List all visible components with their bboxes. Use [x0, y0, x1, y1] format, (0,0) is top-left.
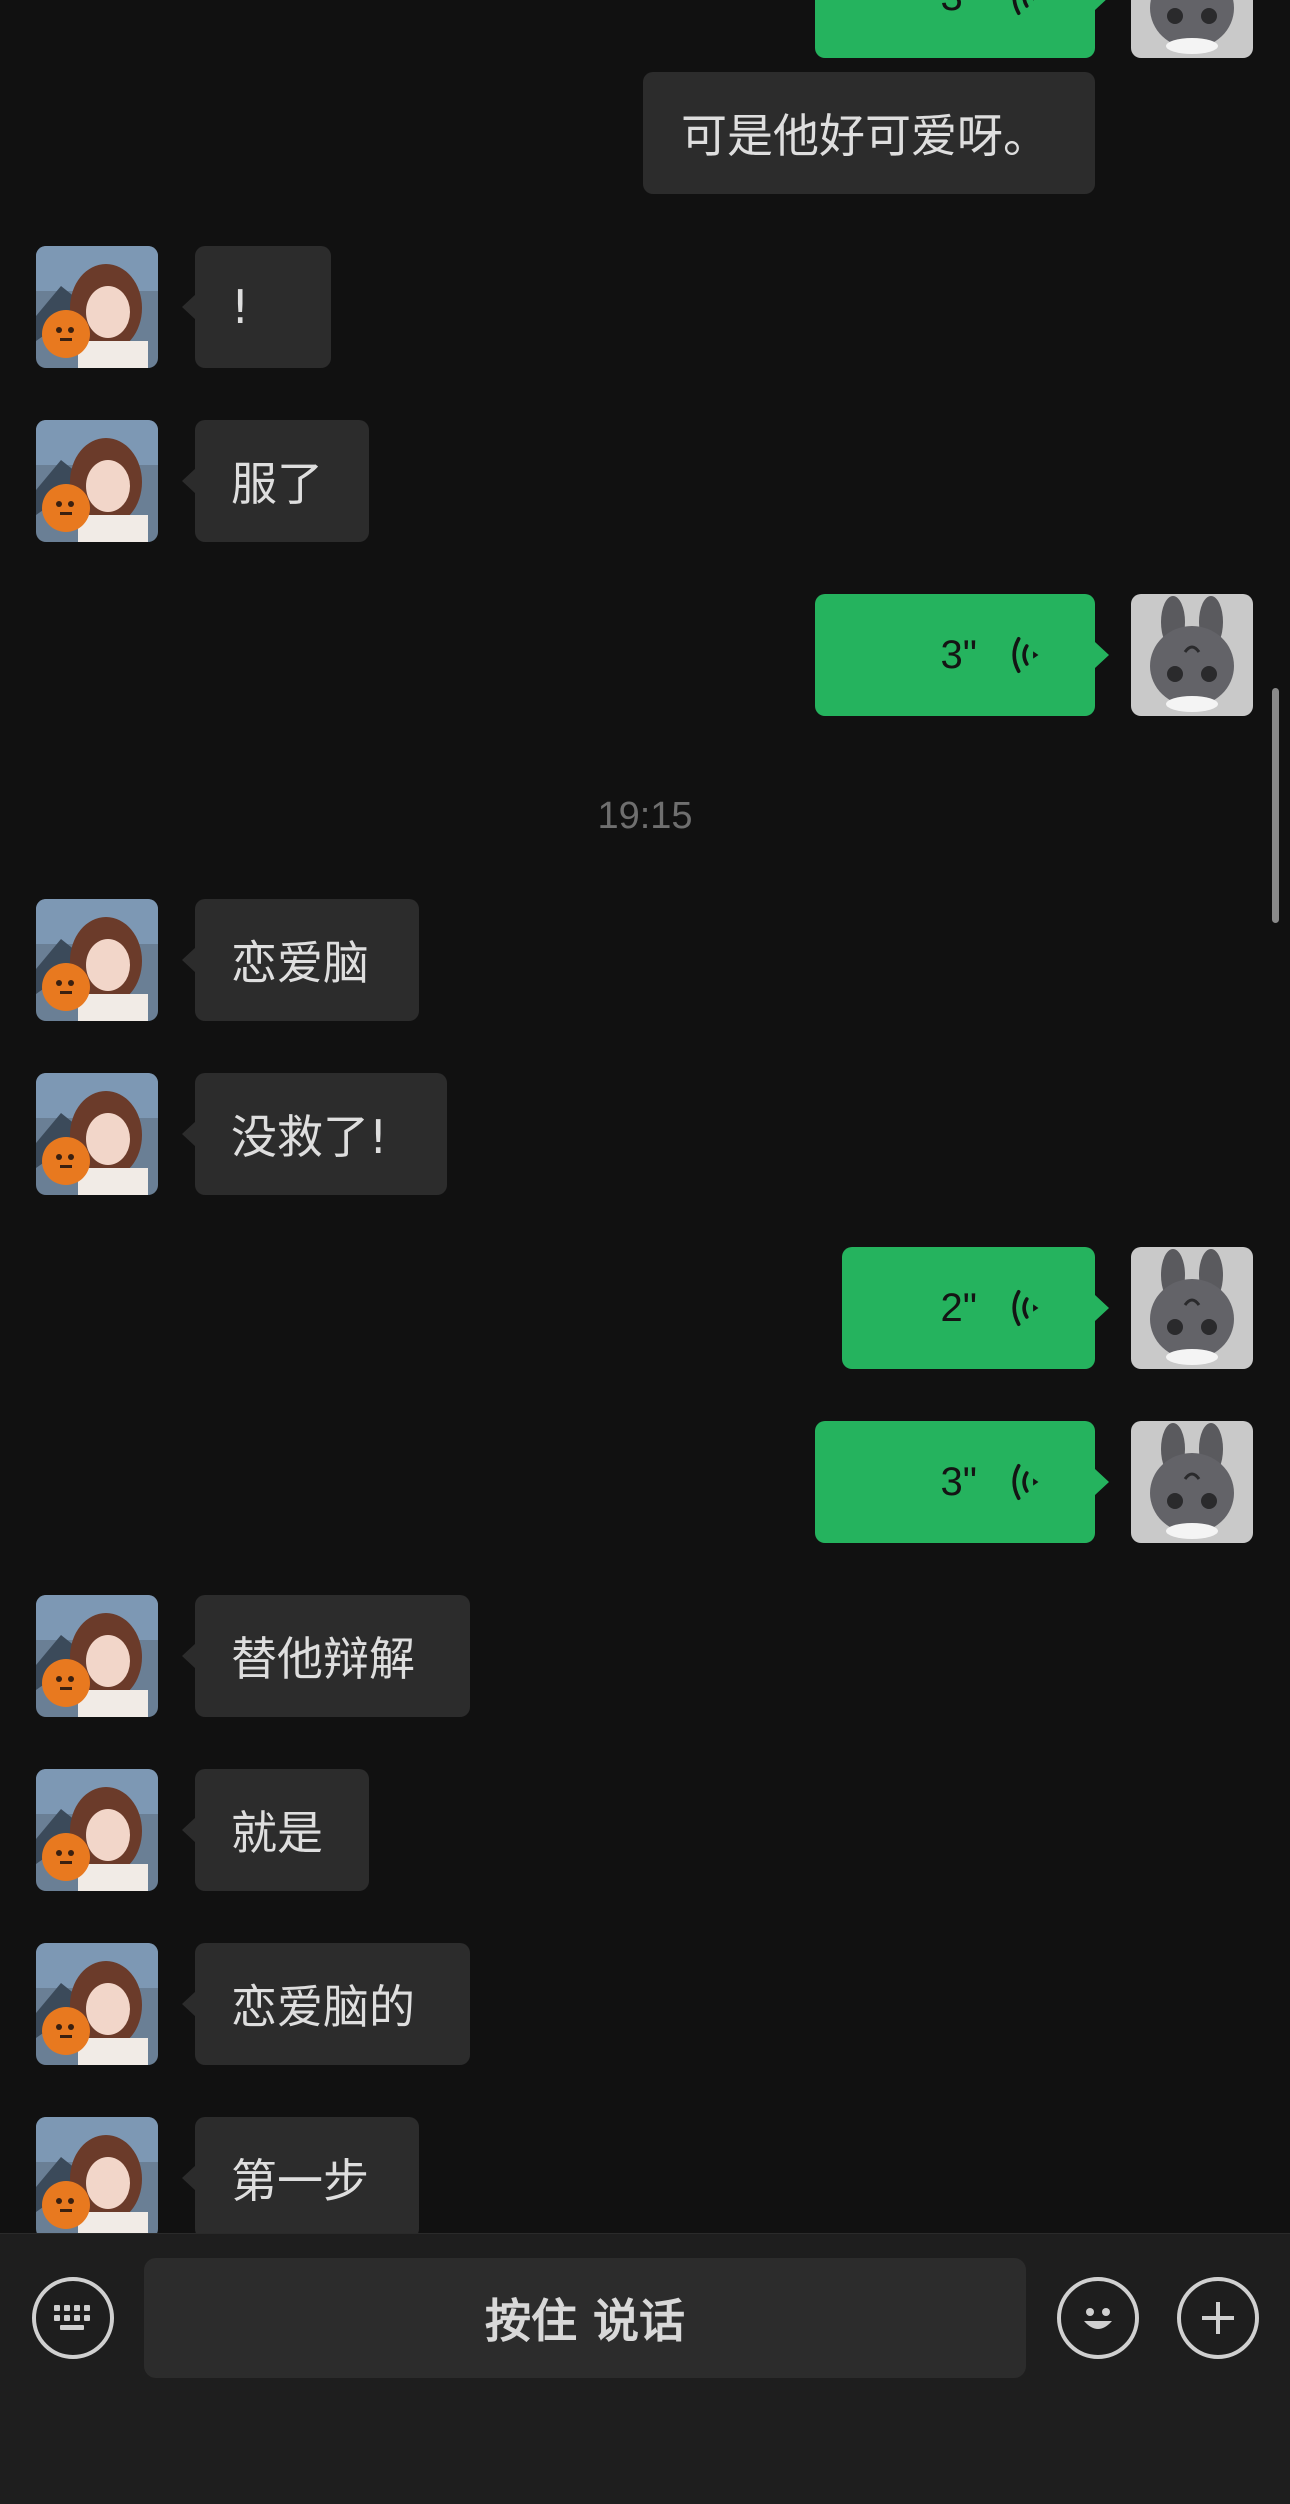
- incoming-text-message[interactable]: 就是: [182, 1769, 369, 1891]
- contact-avatar[interactable]: [36, 1943, 158, 2065]
- incoming-text-message[interactable]: 替他辩解: [182, 1595, 470, 1717]
- voice-duration: 2": [940, 1285, 977, 1330]
- message-text: 可是他好可爱呀。: [681, 109, 1049, 163]
- my-avatar[interactable]: [1131, 0, 1253, 58]
- emoji-icon: [1084, 2308, 1112, 2329]
- emoji-button[interactable]: [1057, 2277, 1139, 2359]
- message-text: 没救了!: [231, 1110, 388, 1164]
- message-text: 替他辩解: [231, 1632, 415, 1686]
- contact-avatar[interactable]: [36, 1595, 158, 1717]
- incoming-text-message[interactable]: 恋爱脑: [182, 899, 419, 1021]
- voice-duration: 3": [941, 0, 977, 20]
- message-text: 服了: [231, 457, 323, 511]
- voice-duration: 3": [940, 632, 977, 677]
- message-timestamp: 19:15: [597, 795, 693, 837]
- more-options-button[interactable]: [1177, 2277, 1259, 2359]
- my-avatar[interactable]: [1131, 1421, 1253, 1543]
- voice-message[interactable]: 3": [815, 0, 1109, 58]
- message-text: 恋爱脑: [231, 936, 369, 990]
- incoming-text-message[interactable]: 没救了!: [182, 1073, 447, 1195]
- chat-message-list[interactable]: 3" 可是他好可爱呀。 ! 服了 3" 19:15 恋爱脑 没救了!: [0, 0, 1290, 2233]
- contact-avatar[interactable]: [36, 420, 158, 542]
- scrollbar[interactable]: [1272, 688, 1279, 923]
- voice-message[interactable]: 2": [842, 1247, 1109, 1369]
- contact-avatar[interactable]: [36, 899, 158, 1021]
- message-text: 就是: [231, 1806, 323, 1860]
- keyboard-toggle-button[interactable]: [32, 2277, 114, 2359]
- message-text: !: [231, 280, 250, 334]
- contact-avatar[interactable]: [36, 1073, 158, 1195]
- contact-avatar[interactable]: [36, 1769, 158, 1891]
- incoming-text-message[interactable]: 恋爱脑的: [182, 1943, 470, 2065]
- keyboard-icon: [54, 2305, 90, 2330]
- voice-wave-icon: [1007, 1462, 1043, 1502]
- voice-wave-icon: [1007, 635, 1043, 675]
- my-avatar[interactable]: [1131, 594, 1253, 716]
- voice-wave-icon: [1007, 0, 1043, 17]
- message-text: 第一步: [231, 2154, 369, 2208]
- voice-duration: 3": [940, 1459, 977, 1504]
- message-text: 恋爱脑的: [231, 1980, 415, 2034]
- my-avatar[interactable]: [1131, 1247, 1253, 1369]
- incoming-text-message[interactable]: !: [182, 246, 331, 368]
- voice-message[interactable]: 3": [815, 594, 1109, 716]
- contact-avatar[interactable]: [36, 2117, 158, 2233]
- outgoing-text-message[interactable]: 可是他好可爱呀。: [643, 72, 1095, 194]
- contact-avatar[interactable]: [36, 246, 158, 368]
- incoming-text-message[interactable]: 服了: [182, 420, 369, 542]
- plus-icon: [1202, 2302, 1234, 2334]
- hold-to-talk-button[interactable]: 按住 说话: [144, 2258, 1026, 2378]
- voice-message[interactable]: 3": [815, 1421, 1109, 1543]
- voice-wave-icon: [1007, 1288, 1043, 1328]
- input-toolbar: 按住 说话: [0, 2233, 1290, 2504]
- incoming-text-message[interactable]: 第一步: [182, 2117, 419, 2233]
